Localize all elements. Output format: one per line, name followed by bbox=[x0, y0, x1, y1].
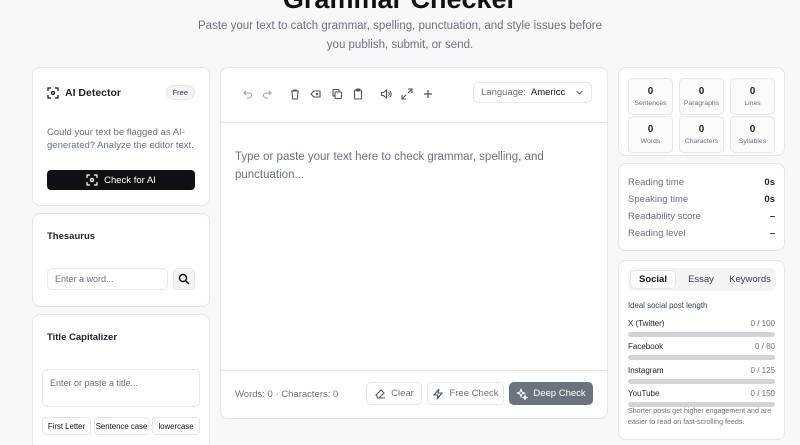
scan-icon bbox=[86, 174, 98, 186]
language-select[interactable]: Language: Americc bbox=[473, 82, 592, 103]
title-capitalizer-title: Title Capitalizer bbox=[47, 332, 118, 343]
paste-icon[interactable] bbox=[352, 88, 364, 100]
deep-check-button[interactable]: Deep Check bbox=[509, 382, 593, 405]
reading-time-row: Reading time 0s bbox=[628, 177, 775, 188]
deep-check-label: Deep Check bbox=[533, 388, 586, 399]
scan-icon bbox=[47, 86, 59, 99]
tab-keywords[interactable]: Keywords bbox=[725, 270, 775, 289]
tab-essay[interactable]: Essay bbox=[678, 270, 724, 289]
editor-toolbar: Language: Americc bbox=[221, 68, 607, 123]
free-check-label: Free Check bbox=[449, 388, 499, 399]
stat-lines: 0 Lines bbox=[730, 78, 775, 115]
stat-paragraphs: 0 Paragraphs bbox=[679, 78, 724, 115]
stat-syllables: 0 Syllables bbox=[730, 116, 775, 153]
word-char-count: Words: 0 · Characters: 0 bbox=[235, 389, 339, 400]
first-letter-button[interactable]: First Letter bbox=[42, 417, 91, 435]
thesaurus-card: Thesaurus Enter a word... bbox=[32, 213, 210, 307]
ai-detector-description: Could your text be flagged as AI-generat… bbox=[47, 127, 194, 151]
chevron-down-icon bbox=[576, 90, 583, 95]
analysis-tabs: Social Essay Keywords bbox=[628, 268, 776, 291]
sparkles-icon bbox=[516, 387, 529, 400]
social-note: Shorter posts get higher engagement and … bbox=[628, 407, 772, 426]
stat-words: 0 Words bbox=[628, 116, 673, 153]
editor-card: Language: Americc Type or paste your tex… bbox=[220, 67, 608, 419]
page-title: Grammar Checker bbox=[0, 0, 800, 14]
speaking-time-row: Speaking time 0s bbox=[628, 194, 775, 205]
sentence-case-button[interactable]: Sentence case bbox=[94, 417, 149, 435]
copy-icon[interactable] bbox=[331, 88, 343, 100]
social-heading: Ideal social post length bbox=[628, 301, 708, 310]
language-value: Americc bbox=[530, 87, 566, 98]
clear-label: Clear bbox=[391, 388, 414, 399]
free-check-button[interactable]: Free Check bbox=[427, 382, 504, 405]
stat-sentences: 0 Sentences bbox=[628, 78, 673, 115]
free-badge: Free bbox=[165, 85, 195, 100]
title-capitalizer-card: Title Capitalizer Enter or paste a title… bbox=[32, 314, 210, 445]
platform-youtube: YouTube 0 / 150 bbox=[628, 389, 775, 407]
text-stats-card: 0 Sentences 0 Paragraphs 0 Lines 0 Words 0 Ch… bbox=[618, 67, 785, 156]
ai-detector-card: AI Detector Free Could your text be flag… bbox=[32, 67, 210, 206]
search-icon bbox=[178, 273, 190, 285]
platform-facebook: Facebook 0 / 80 bbox=[628, 342, 775, 360]
trash-icon[interactable] bbox=[289, 88, 301, 100]
language-label: Language: bbox=[481, 87, 526, 98]
thesaurus-title: Thesaurus bbox=[47, 231, 96, 242]
bolt-icon bbox=[433, 388, 444, 399]
stat-characters: 0 Characters bbox=[679, 116, 724, 153]
page-subtitle: Paste your text to catch grammar, spelli… bbox=[198, 20, 602, 51]
undo-icon[interactable] bbox=[241, 88, 253, 100]
editor-textarea[interactable]: Type or paste your text here to check gr… bbox=[235, 148, 565, 184]
eraser-icon bbox=[375, 388, 386, 399]
reading-level-row: Reading level – bbox=[628, 228, 775, 239]
thesaurus-search-button[interactable] bbox=[173, 268, 195, 290]
readability-score-row: Readability score – bbox=[628, 211, 775, 222]
thesaurus-input[interactable]: Enter a word... bbox=[47, 268, 168, 290]
platform-instagram: Instagram 0 / 125 bbox=[628, 366, 775, 384]
reading-metrics-card: Reading time 0s Speaking time 0s Readabili… bbox=[618, 163, 785, 251]
platform-x: X (Twitter) 0 / 100 bbox=[628, 319, 775, 337]
title-input[interactable]: Enter or paste a title... bbox=[42, 369, 200, 407]
clear-button[interactable]: Clear bbox=[366, 382, 422, 405]
eraser-icon[interactable] bbox=[310, 88, 322, 100]
redo-icon[interactable] bbox=[262, 88, 274, 100]
check-for-ai-button[interactable]: Check for AI bbox=[47, 170, 195, 190]
speaker-icon[interactable] bbox=[380, 88, 392, 100]
editor-footer: Words: 0 · Characters: 0 Clear Free Chec… bbox=[221, 370, 607, 420]
expand-icon[interactable] bbox=[401, 88, 413, 100]
tab-social[interactable]: Social bbox=[630, 270, 676, 289]
social-length-card: Social Essay Keywords Ideal social post … bbox=[618, 260, 785, 440]
ai-detector-title: AI Detector bbox=[65, 86, 122, 99]
lowercase-button[interactable]: lowercase bbox=[152, 417, 200, 435]
check-for-ai-label: Check for AI bbox=[104, 174, 156, 186]
plus-icon[interactable] bbox=[422, 88, 434, 100]
